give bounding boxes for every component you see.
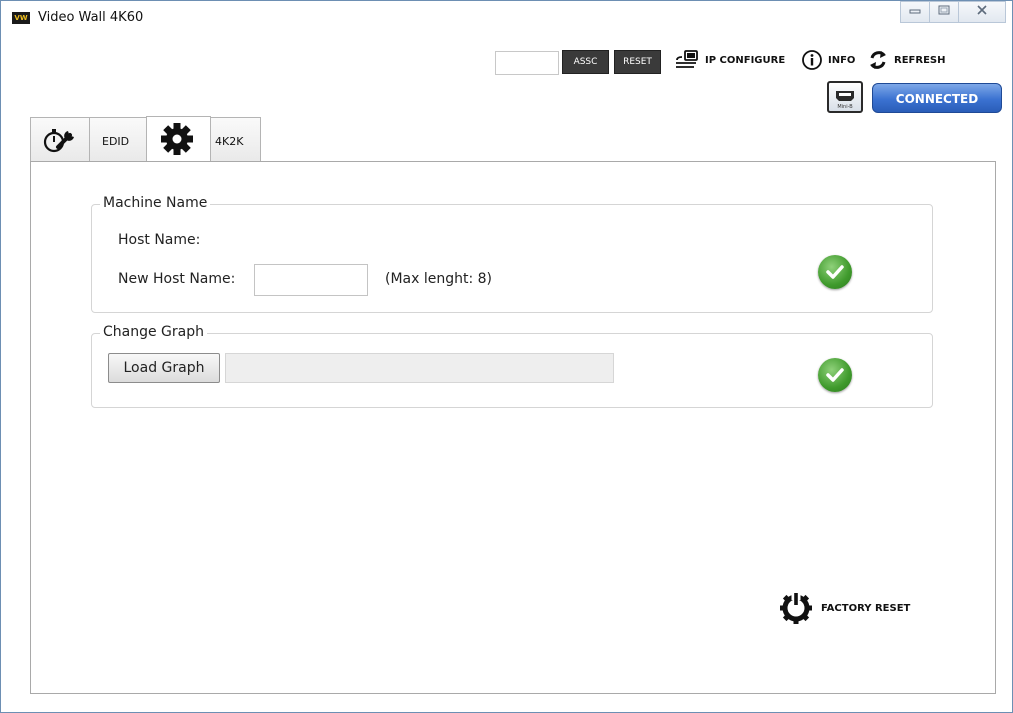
gear-icon [161, 123, 193, 155]
factory-reset-label: FACTORY RESET [821, 602, 911, 614]
maximize-button[interactable] [929, 1, 959, 23]
window-controls [900, 1, 1006, 23]
refresh-button[interactable]: REFRESH [867, 47, 945, 73]
tab-settings[interactable] [146, 116, 211, 162]
usb-port-icon: Mini-B [827, 81, 863, 113]
host-name-label: Host Name: [118, 232, 201, 248]
usb-label: Mini-B [837, 104, 853, 110]
maximize-icon [938, 5, 950, 15]
refresh-icon [870, 51, 886, 69]
machine-name-group: Machine Name Host Name: New Host Name: (… [91, 195, 933, 313]
max-length-hint: (Max lenght: 8) [385, 271, 493, 287]
factory-reset-button[interactable]: FACTORY RESET [779, 591, 910, 625]
change-graph-group: Change Graph Load Graph [91, 324, 933, 408]
tab-edid[interactable]: EDID [89, 117, 147, 162]
app-logo: VW [12, 12, 30, 24]
apply-host-name-button[interactable] [818, 255, 852, 289]
tab-edid-label: EDID [102, 135, 130, 148]
power-gear-icon [780, 591, 812, 624]
checkmark-icon [826, 265, 844, 279]
usb-mini-b-icon: Mini-B [836, 91, 854, 110]
ip-configure-label: IP CONFIGURE [705, 54, 786, 66]
info-icon [802, 50, 822, 70]
tab-tools[interactable] [30, 117, 90, 162]
checkmark-icon [826, 368, 844, 382]
tab-4k2k[interactable]: 4K2K [210, 117, 261, 162]
title-bar: VW Video Wall 4K60 [1, 1, 1012, 39]
assc-button[interactable]: ASSC [562, 50, 609, 74]
close-button[interactable] [958, 1, 1006, 23]
close-icon [977, 5, 987, 15]
change-graph-title: Change Graph [100, 324, 207, 340]
load-graph-button[interactable]: Load Graph [108, 353, 220, 383]
minimize-icon [909, 9, 921, 14]
tab-4k2k-label: 4K2K [215, 135, 244, 148]
refresh-label: REFRESH [894, 54, 946, 66]
info-label: INFO [828, 54, 856, 66]
network-icon [676, 50, 698, 68]
minimize-button[interactable] [900, 1, 930, 23]
stopwatch-wrench-icon [43, 129, 74, 153]
new-host-name-label: New Host Name: [118, 271, 236, 287]
new-host-name-input[interactable] [254, 264, 368, 296]
assc-input[interactable] [495, 51, 559, 75]
info-button[interactable]: INFO [801, 47, 855, 73]
graph-path-field [225, 353, 614, 383]
reset-button[interactable]: RESET [614, 50, 661, 74]
machine-name-title: Machine Name [100, 195, 211, 211]
window-title: Video Wall 4K60 [38, 10, 144, 25]
apply-graph-button[interactable] [818, 358, 852, 392]
connection-status-button[interactable]: CONNECTED [872, 83, 1002, 113]
app-window: VW Video Wall 4K60 ASSC RESET IP CONFIGU… [0, 0, 1013, 713]
ip-configure-button[interactable]: IP CONFIGURE [674, 47, 785, 73]
